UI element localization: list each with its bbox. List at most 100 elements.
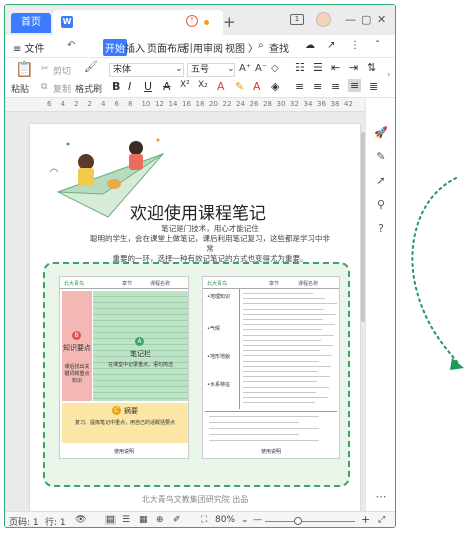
tab-home-ribbon[interactable]: 开始 <box>103 39 127 56</box>
page-view-icon[interactable]: ▤ <box>105 515 116 525</box>
scissors-icon[interactable]: ✂ <box>41 64 49 74</box>
grow-font-icon[interactable]: A⁺ <box>239 63 251 74</box>
new-tab-button[interactable]: + <box>223 13 236 31</box>
zoom-slider[interactable] <box>265 521 355 522</box>
help-icon[interactable]: ? <box>374 222 388 236</box>
undo-icon[interactable]: ↶ <box>67 40 75 51</box>
ruler-tick: 4 <box>60 100 65 108</box>
document-tab[interactable]: W ! <box>53 10 223 35</box>
page-count-badge[interactable]: 1 <box>290 14 304 25</box>
zoom-slider-handle[interactable] <box>294 517 302 525</box>
justify-icon[interactable]: ≡ <box>348 79 362 92</box>
write-mode-icon[interactable]: ✐ <box>173 515 181 525</box>
restore-button[interactable]: ▢ <box>361 13 371 26</box>
row-label: •气候 <box>207 326 220 332</box>
ribbon-scroll-icon[interactable]: › <box>387 70 391 80</box>
web-layout-icon[interactable]: ▦ <box>139 515 148 525</box>
intro-line-1: 笔记是门技术，用心才能记住 <box>161 224 259 233</box>
pen-icon[interactable]: ✎ <box>374 150 388 164</box>
ruler-tick: 24 <box>236 100 245 108</box>
distributed-align-icon[interactable]: ≣ <box>369 80 378 93</box>
zoom-in-button[interactable]: + <box>361 513 370 526</box>
bullet-list-icon[interactable]: ☷ <box>295 61 305 74</box>
tab-view[interactable]: 视图 <box>225 40 245 55</box>
fullscreen-icon[interactable]: ⤢ <box>378 515 385 525</box>
cursor-icon[interactable]: ➚ <box>374 174 388 188</box>
superscript-icon[interactable]: X² <box>180 80 190 90</box>
font-color-icon[interactable]: A <box>253 80 261 93</box>
font-size-chevron-icon[interactable]: ⌄ <box>227 64 235 74</box>
ruler-tick: 6 <box>47 100 52 108</box>
close-button[interactable]: ✕ <box>377 13 386 26</box>
collapse-ribbon-icon[interactable]: ˆ <box>375 40 380 51</box>
tab-review[interactable]: 审阅 <box>203 40 223 55</box>
ruler-tick: 14 <box>168 100 178 108</box>
globe-icon[interactable]: ⊕ <box>156 515 164 525</box>
avatar[interactable] <box>316 12 331 27</box>
note-line <box>243 319 323 320</box>
note-line <box>243 324 335 326</box>
zoom-level[interactable]: 80% <box>215 515 235 525</box>
strikethrough-button[interactable]: A <box>163 80 171 93</box>
more-tabs-icon[interactable]: 〉 <box>248 40 258 55</box>
more-icon[interactable]: ⋯ <box>374 490 388 504</box>
zoom-out-button[interactable]: — <box>253 515 262 525</box>
cloud-icon[interactable]: ☁ <box>305 40 315 51</box>
copy-icon[interactable]: ⧉ <box>41 82 47 92</box>
tab-page-layout[interactable]: 页面布局 <box>147 40 187 55</box>
paste-button[interactable]: 粘贴 <box>11 82 29 95</box>
horizontal-ruler[interactable]: 6 4 2 2 4 6 8 10 12 14 16 18 20 22 24 26 28 30 32 34 36 38 42 <box>5 98 365 112</box>
subscript-icon[interactable]: X₂ <box>198 80 208 90</box>
sort-icon[interactable]: ⇅ <box>367 61 376 74</box>
home-tab[interactable]: 首页 <box>11 13 51 33</box>
note-line <box>243 339 321 341</box>
copy-button[interactable]: 复制 <box>53 82 71 95</box>
text-effect-icon[interactable]: A <box>217 80 225 93</box>
char-shading-icon[interactable]: ◈ <box>271 80 279 93</box>
align-right-icon[interactable]: ≡ <box>331 80 340 93</box>
cut-button[interactable]: 剪切 <box>53 64 71 77</box>
page-number[interactable]: 页码: 1 <box>9 515 39 527</box>
rocket-icon[interactable]: 🚀 <box>374 126 388 140</box>
note-line <box>243 360 319 362</box>
underline-button[interactable]: U <box>144 80 152 93</box>
zoom-dropdown-icon[interactable]: ⌄ <box>241 515 249 525</box>
format-painter-icon[interactable]: 🖌 <box>84 60 98 73</box>
template-chapter-label: 章节 <box>269 281 280 287</box>
note-line <box>243 303 337 305</box>
shrink-font-icon[interactable]: A⁻ <box>255 63 267 74</box>
search-label[interactable]: 查找 <box>269 40 289 55</box>
format-painter-button[interactable]: 格式刷 <box>75 82 102 95</box>
tab-insert[interactable]: 插入 <box>125 40 145 55</box>
highlight-icon[interactable]: ✎ <box>235 80 244 93</box>
more-options-icon[interactable]: ⋮ <box>350 40 360 51</box>
outdent-icon[interactable]: ⇤ <box>331 61 340 74</box>
tab-references[interactable]: 引用 <box>183 40 203 55</box>
line-number[interactable]: 行: 1 <box>45 515 66 527</box>
align-center-icon[interactable]: ≡ <box>313 80 322 93</box>
read-mode-icon[interactable]: 👁 <box>75 515 86 525</box>
font-name-chevron-icon[interactable]: ⌄ <box>175 64 183 74</box>
bold-button[interactable]: B <box>112 80 120 93</box>
template-logo-text: 北大青鸟 <box>64 281 85 287</box>
minimize-button[interactable]: — <box>345 13 356 26</box>
share-icon[interactable]: ↗ <box>327 40 335 51</box>
unsaved-warning-icon[interactable]: ! <box>186 15 198 27</box>
align-left-icon[interactable]: ≡ <box>295 80 304 93</box>
numbered-list-icon[interactable]: ☰ <box>313 61 323 74</box>
search-icon[interactable]: ⌕ <box>258 40 264 51</box>
indent-icon[interactable]: ⇥ <box>349 61 358 74</box>
note-line <box>243 376 330 378</box>
clear-format-icon[interactable]: ◇ <box>271 63 279 74</box>
right-sidebar: 🚀 ✎ ➚ ⚲ ? ⋯ <box>365 98 395 511</box>
font-name-select[interactable]: 宋体 <box>109 63 184 77</box>
document-page[interactable]: 欢迎使用课程笔记 笔记是门技术，用心才能记住 聪明的学生，会在课堂上做笔记，课后… <box>30 124 360 511</box>
title-bar: 首页 W ! + 1 — ▢ ✕ <box>5 5 395 35</box>
italic-button[interactable]: I <box>128 80 131 93</box>
file-menu[interactable]: ≡ 文件 <box>13 40 45 55</box>
outline-view-icon[interactable]: ☰ <box>122 515 130 525</box>
fit-page-icon[interactable]: ⛶ <box>201 515 207 525</box>
paste-icon[interactable]: 📋 <box>15 60 34 78</box>
note-line <box>243 329 322 331</box>
settings-sliders-icon[interactable]: ⚲ <box>374 198 388 212</box>
